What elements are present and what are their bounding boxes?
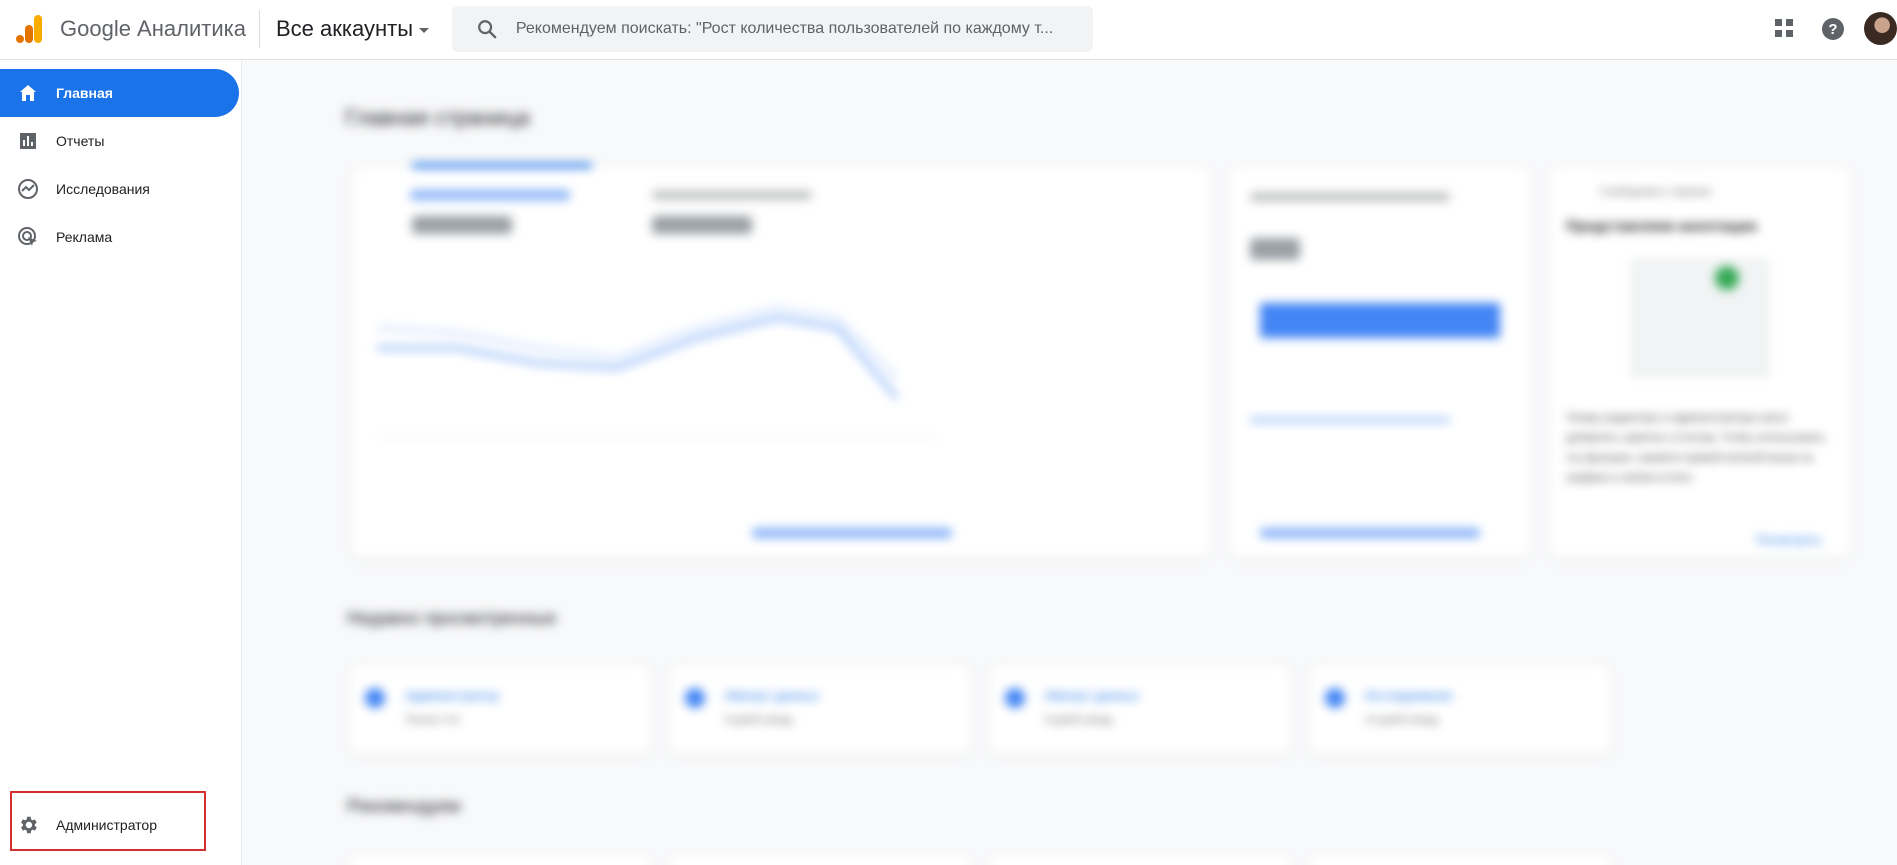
- announcement-title: Представляем аннотации: [1566, 218, 1757, 235]
- realtime-title: [1250, 192, 1450, 202]
- sidebar-item-label: Исследования: [56, 181, 150, 197]
- sidebar-item-explorations[interactable]: Исследования: [0, 165, 239, 213]
- line-chart: [377, 305, 937, 439]
- realtime-row-bar: [1250, 418, 1450, 422]
- metric-tab-2: [652, 190, 812, 200]
- ads-icon: [18, 227, 37, 246]
- realtime-link: [1260, 528, 1480, 538]
- recommended-card: [350, 855, 650, 865]
- main-content: Главная страница Сообщение о запуске Пре…: [242, 60, 1897, 865]
- announcement-header: Сообщение о запуске: [1600, 186, 1712, 198]
- account-picker-label: Все аккаунты: [276, 16, 414, 41]
- search-input[interactable]: Рекомендуем поискать: "Рост количества п…: [516, 20, 1093, 38]
- overview-chart-card: [352, 163, 1210, 558]
- page-title: Главная страница: [345, 105, 530, 130]
- sidebar-item-label: Отчеты: [56, 133, 105, 149]
- recommended-section-title: Рекомендуем: [347, 796, 461, 816]
- sidebar-item-home[interactable]: Главная: [0, 69, 239, 117]
- realtime-value: [1250, 238, 1300, 260]
- recent-item: Администратор Только что: [350, 666, 650, 754]
- sidebar-item-advertising[interactable]: Реклама: [0, 213, 239, 261]
- recommended-card: [670, 855, 970, 865]
- view-reports-link: [752, 528, 952, 538]
- home-icon: [20, 85, 36, 101]
- account-picker[interactable]: Все аккаунты: [276, 14, 430, 44]
- recent-item: Импорт данных 8 дней назад: [990, 666, 1290, 754]
- sidebar-item-label: Главная: [56, 85, 113, 101]
- dropdown-caret-icon: [419, 27, 430, 33]
- sidebar-item-label: Реклама: [56, 229, 113, 245]
- recent-item: Импорт данных 8 дней назад: [670, 666, 970, 754]
- app-name: Google Аналитика: [60, 16, 246, 41]
- announcement-body: Теперь редакторы и администраторы могут …: [1566, 412, 1826, 484]
- search-bar[interactable]: Рекомендуем поискать: "Рост количества п…: [452, 6, 1093, 52]
- metric-value-2: [652, 216, 752, 234]
- illustration-dot: [1715, 266, 1739, 290]
- explore-icon: [18, 179, 38, 199]
- announcement-link: Посмотреть: [1756, 533, 1823, 547]
- analytics-logo-icon: [16, 15, 42, 43]
- admin-highlight-box: [10, 791, 206, 851]
- search-icon: [478, 20, 497, 39]
- recommended-card: [990, 855, 1290, 865]
- active-tab-indicator: [412, 163, 592, 168]
- apps-grid-icon[interactable]: [1774, 18, 1794, 38]
- realtime-card: [1230, 168, 1530, 558]
- blurred-content: Главная страница Сообщение о запуске Пре…: [242, 60, 1897, 865]
- help-icon[interactable]: ?: [1821, 17, 1845, 41]
- realtime-bar-chart: [1260, 303, 1500, 338]
- recommended-card: [1310, 855, 1610, 865]
- sidebar: Главная Отчеты Исследования Реклама Адми…: [0, 60, 241, 865]
- svg-text:?: ?: [1828, 21, 1837, 38]
- recent-item: Исследования 14 дней назад: [1310, 666, 1610, 754]
- announcement-illustration: [1630, 258, 1770, 378]
- bar-chart-icon: [20, 133, 36, 149]
- metric-tab-1: [410, 190, 570, 200]
- metric-value-1: [412, 216, 512, 234]
- header-divider: [259, 10, 260, 48]
- recent-section-title: Недавно просмотренные: [347, 608, 557, 628]
- avatar[interactable]: [1864, 12, 1897, 45]
- sidebar-item-reports[interactable]: Отчеты: [0, 117, 239, 165]
- top-app-bar: Google Аналитика Все аккаунты Рекомендуе…: [0, 0, 1897, 60]
- announcement-card: Сообщение о запуске Представляем аннотац…: [1550, 168, 1850, 558]
